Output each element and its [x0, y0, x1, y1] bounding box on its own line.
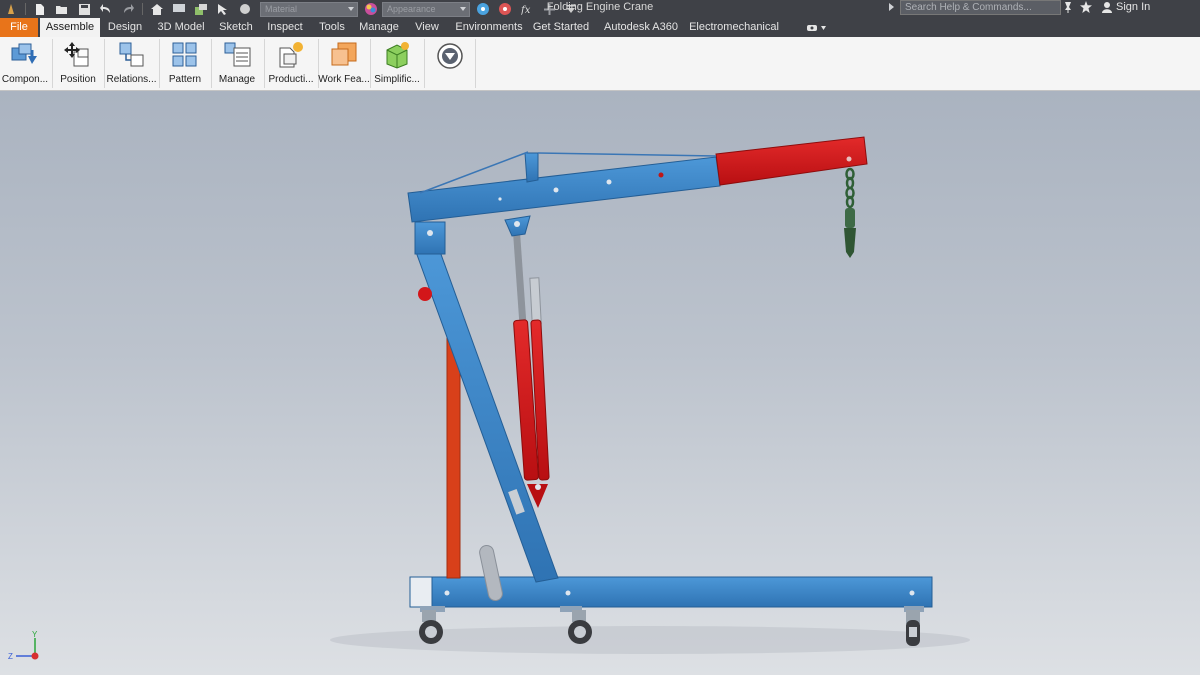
tab-assemble[interactable]: Assemble	[40, 18, 100, 37]
search-help-input[interactable]: Search Help & Commands...	[900, 0, 1061, 15]
caster-wheel[interactable]	[419, 610, 443, 644]
save-icon[interactable]	[77, 3, 91, 15]
hydraulic-ram[interactable]	[512, 227, 550, 508]
home-icon[interactable]	[150, 3, 164, 15]
productivity-icon	[276, 40, 306, 70]
new-file-icon[interactable]	[33, 3, 47, 15]
divider	[475, 39, 476, 88]
relationships-icon	[117, 40, 147, 70]
simplification-icon	[382, 40, 412, 70]
triad-y-label: Y	[32, 630, 38, 639]
sign-in-button[interactable]: Sign In	[1102, 0, 1150, 14]
work-features-button[interactable]: Work Fea...	[318, 37, 370, 90]
material-value: Material	[265, 3, 298, 14]
pattern-icon	[170, 40, 200, 70]
view-triad[interactable]: Y Z	[8, 630, 39, 661]
tab-environments[interactable]: Environments	[450, 18, 528, 37]
position-button[interactable]: Position	[54, 37, 102, 90]
svg-text:fx: fx	[521, 5, 531, 15]
fx-parameters-icon[interactable]: fx	[520, 3, 534, 15]
handle-knob[interactable]	[418, 287, 432, 301]
productivity-button[interactable]: Producti...	[265, 37, 317, 90]
material-dropdown[interactable]: Material	[260, 1, 358, 17]
customize-quick-access-icon[interactable]	[564, 3, 578, 15]
work-features-label: Work Fea...	[318, 74, 370, 85]
crane-model: Y Z	[8, 136, 970, 661]
work-features-icon	[329, 40, 359, 70]
move-position-icon	[63, 40, 93, 70]
manage-label: Manage	[218, 74, 256, 85]
tab-tools[interactable]: Tools	[314, 18, 350, 37]
place-component-button[interactable]: Compon...	[0, 37, 50, 90]
mast-head	[414, 221, 446, 255]
tab-manage[interactable]: Manage	[356, 18, 402, 37]
tab-sketch[interactable]: Sketch	[216, 18, 256, 37]
tab-get-started[interactable]: Get Started	[530, 18, 592, 37]
update-icon[interactable]	[194, 3, 208, 15]
divider	[142, 3, 143, 15]
divider	[52, 39, 53, 88]
place-component-icon	[10, 40, 40, 70]
pattern-button[interactable]: Pattern	[160, 37, 210, 90]
sign-in-label: Sign In	[1116, 1, 1151, 13]
measure-icon[interactable]	[238, 3, 252, 15]
triad-z-label: Z	[8, 652, 13, 661]
productivity-label: Producti...	[268, 74, 314, 85]
quick-access-toolbar: Material Appearance fx	[0, 0, 582, 18]
graphics-viewport[interactable]: Y Z	[0, 91, 1200, 675]
simplification-button[interactable]: Simplific...	[371, 37, 423, 90]
boom-arm[interactable]	[407, 136, 868, 223]
simplification-label: Simplific...	[374, 74, 420, 85]
favorites-star-icon[interactable]	[1080, 1, 1092, 16]
place-component-label: Compon...	[1, 74, 49, 85]
position-label: Position	[60, 74, 96, 85]
expand-ribbon-icon	[435, 43, 465, 73]
appearance-value: Appearance	[387, 3, 436, 14]
tab-file[interactable]: File	[0, 18, 38, 37]
app-logo-icon[interactable]	[4, 3, 18, 15]
panel-display-options-button[interactable]	[804, 18, 828, 37]
relationships-label: Relations...	[106, 74, 157, 85]
boom-extension[interactable]	[715, 136, 868, 186]
title-bar: Material Appearance fx Folding Engine Cr…	[0, 0, 1200, 18]
tab-electromechanical[interactable]: Electromechanical	[688, 18, 780, 37]
caster-wheel[interactable]	[906, 610, 920, 646]
chevron-down-icon	[460, 6, 466, 11]
caster-wheel[interactable]	[568, 610, 592, 644]
tab-view[interactable]: View	[410, 18, 444, 37]
appearance-icon[interactable]	[364, 3, 378, 15]
ribbon-panel: Compon... Position Relations... Pattern …	[0, 37, 1200, 91]
ribbon-overflow-button[interactable]	[425, 37, 475, 90]
chevron-right-icon[interactable]	[889, 3, 894, 11]
add-icon[interactable]	[542, 3, 556, 15]
pattern-label: Pattern	[168, 74, 202, 85]
tab-autodesk-a360[interactable]: Autodesk A360	[600, 18, 682, 37]
pin-icon[interactable]	[1062, 1, 1074, 16]
chain-hook[interactable]	[844, 167, 856, 258]
user-icon	[1102, 1, 1112, 13]
tab-inspect[interactable]: Inspect	[263, 18, 307, 37]
camera-dropdown-icon	[807, 25, 826, 31]
bom-manage-icon	[222, 40, 252, 70]
relationships-button[interactable]: Relations...	[105, 37, 158, 90]
divider	[25, 3, 26, 15]
tab-design[interactable]: Design	[104, 18, 146, 37]
undo-icon[interactable]	[99, 3, 113, 15]
open-folder-icon[interactable]	[55, 3, 69, 15]
chevron-down-icon	[348, 6, 354, 11]
ribbon-tab-bar: File Assemble Design 3D Model Sketch Ins…	[0, 18, 1200, 37]
screen-icon[interactable]	[172, 3, 186, 15]
adjust-color-icon[interactable]	[476, 3, 490, 15]
manage-bom-button[interactable]: Manage	[212, 37, 262, 90]
clear-appearance-icon[interactable]	[498, 3, 512, 15]
base-end-cap	[409, 576, 433, 608]
tab-3d-model[interactable]: 3D Model	[152, 18, 210, 37]
appearance-dropdown[interactable]: Appearance	[382, 1, 470, 17]
redo-icon[interactable]	[121, 3, 135, 15]
select-icon[interactable]	[216, 3, 230, 15]
